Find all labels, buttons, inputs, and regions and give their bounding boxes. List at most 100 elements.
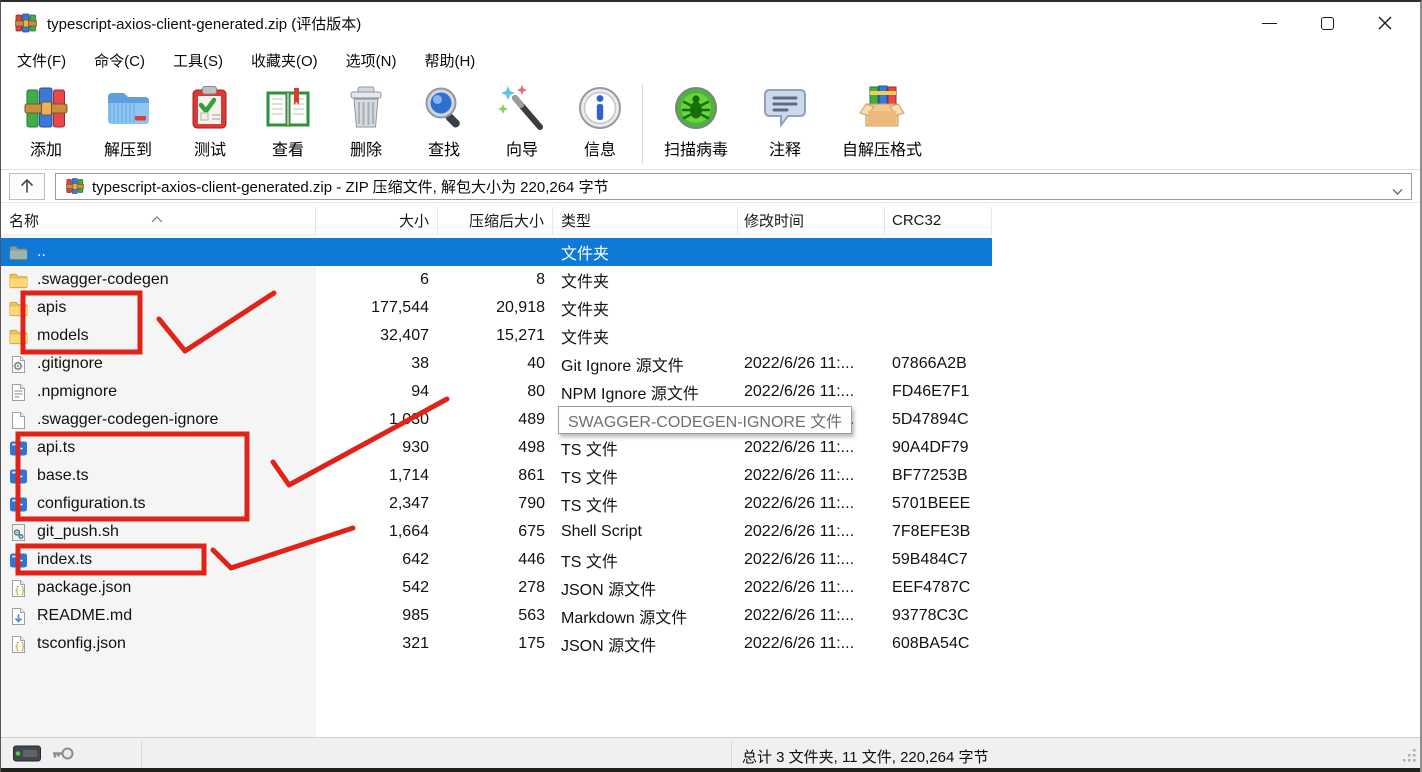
file-type-cell: 文件夹 xyxy=(553,324,738,348)
totals-text: 总计 3 文件夹, 11 文件, 220,264 字节 xyxy=(742,746,988,767)
column-header-type[interactable]: 类型 xyxy=(553,207,738,234)
file-name: package.json xyxy=(37,579,131,597)
menu-file[interactable]: 文件(F) xyxy=(3,45,80,76)
file-list-panel: 名称 大小 压缩后大小 类型 修改时间 CRC32 ..文件夹.swagger-… xyxy=(1,203,1420,737)
file-packed-size-cell: 563 xyxy=(438,607,553,625)
file-crc32-cell: 90A4DF79 xyxy=(885,439,992,457)
file-name-cell: base.ts xyxy=(1,467,316,486)
file-packed-size-cell: 8 xyxy=(438,271,553,289)
file-name-cell: configuration.ts xyxy=(1,495,316,514)
add-button[interactable]: 添加 xyxy=(7,84,85,160)
comment-button[interactable]: 注释 xyxy=(746,84,824,160)
file-type-cell: 文件夹 xyxy=(553,268,738,292)
file-name: apis xyxy=(37,299,66,317)
navigate-up-button[interactable] xyxy=(9,173,45,200)
file-type-cell: TS 文件 xyxy=(553,464,738,488)
file-type-cell: TS 文件 xyxy=(553,436,738,460)
file-row-apis[interactable]: apis177,54420,918文件夹 xyxy=(1,294,992,322)
file-row-index.ts[interactable]: index.ts642446TS 文件2022/6/26 11:...59B48… xyxy=(1,546,992,574)
file-modified-cell: 2022/6/26 11:... xyxy=(738,355,885,373)
test-icon xyxy=(186,84,234,132)
test-button[interactable]: 测试 xyxy=(171,84,249,160)
file-name: .npmignore xyxy=(37,383,117,401)
file-name: index.ts xyxy=(37,551,92,569)
drive-status-icon[interactable] xyxy=(13,745,41,762)
title-bar: typescript-axios-client-generated.zip (评… xyxy=(1,2,1420,44)
column-header-packed[interactable]: 压缩后大小 xyxy=(438,207,553,234)
file-row-configuration.ts[interactable]: configuration.ts2,347790TS 文件2022/6/26 1… xyxy=(1,490,992,518)
file-crc32-cell: EEF4787C xyxy=(885,579,992,597)
info-button[interactable]: 信息 xyxy=(561,84,639,160)
svg-text:{}: {} xyxy=(14,641,26,652)
up-arrow-icon xyxy=(20,178,34,194)
column-header-size[interactable]: 大小 xyxy=(316,207,438,234)
file-type-cell: TS 文件 xyxy=(553,548,738,572)
file-name-cell: .swagger-codegen-ignore xyxy=(1,411,316,430)
sfx-button[interactable]: 自解压格式 xyxy=(824,84,940,160)
menu-commands[interactable]: 命令(C) xyxy=(80,45,159,76)
column-header-row: 名称 大小 压缩后大小 类型 修改时间 CRC32 xyxy=(1,207,992,235)
file-name: README.md xyxy=(37,607,132,625)
file-packed-size-cell: 489 xyxy=(438,411,553,429)
close-button[interactable] xyxy=(1356,2,1414,44)
archive-path-dropdown[interactable]: typescript-axios-client-generated.zip - … xyxy=(55,173,1412,200)
file-row-.swagger-codegen[interactable]: .swagger-codegen68文件夹 xyxy=(1,266,992,294)
ts-file-icon xyxy=(9,439,28,458)
file-type-cell: NPM Ignore 源文件 xyxy=(553,380,738,404)
file-row-README.md[interactable]: README.md985563Markdown 源文件2022/6/26 11:… xyxy=(1,602,992,630)
archive-path-text: typescript-axios-client-generated.zip - … xyxy=(92,176,609,197)
file-row-parent[interactable]: ..文件夹 xyxy=(1,238,992,266)
toolbar-separator xyxy=(642,84,643,164)
file-size-cell: 321 xyxy=(316,635,438,653)
menu-favorites[interactable]: 收藏夹(O) xyxy=(237,45,332,76)
file-packed-size-cell: 446 xyxy=(438,551,553,569)
extract-to-button[interactable]: 解压到 xyxy=(85,84,171,160)
chevron-down-icon[interactable] xyxy=(1392,183,1403,200)
file-row-models[interactable]: models32,40715,271文件夹 xyxy=(1,322,992,350)
file-name: api.ts xyxy=(37,439,75,457)
file-name: .swagger-codegen-ignore xyxy=(37,411,218,429)
file-size-cell: 94 xyxy=(316,383,438,401)
virus-scan-button[interactable]: 扫描病毒 xyxy=(646,84,746,160)
menu-help[interactable]: 帮助(H) xyxy=(410,45,489,76)
virus-scan-button-label: 扫描病毒 xyxy=(664,136,728,160)
column-header-name[interactable]: 名称 xyxy=(1,207,316,234)
test-button-label: 测试 xyxy=(194,136,226,160)
file-type-cell: Git Ignore 源文件 xyxy=(553,352,738,376)
file-row-tsconfig.json[interactable]: {}tsconfig.json321175JSON 源文件2022/6/26 1… xyxy=(1,630,992,658)
file-crc32-cell: 608BA54C xyxy=(885,635,992,653)
file-modified-cell: 2022/6/26 11:... xyxy=(738,439,885,457)
file-size-cell: 177,544 xyxy=(316,299,438,317)
view-button[interactable]: 查看 xyxy=(249,84,327,160)
file-row-package.json[interactable]: {}package.json542278JSON 源文件2022/6/26 11… xyxy=(1,574,992,602)
file-row-base.ts[interactable]: base.ts1,714861TS 文件2022/6/26 11:...BF77… xyxy=(1,462,992,490)
file-row-git_push.sh[interactable]: git_push.sh1,664675Shell Script2022/6/26… xyxy=(1,518,992,546)
file-row-.npmignore[interactable]: .npmignore9480NPM Ignore 源文件2022/6/26 11… xyxy=(1,378,992,406)
sfx-button-label: 自解压格式 xyxy=(842,136,922,160)
wizard-button-label: 向导 xyxy=(506,136,538,160)
file-row-.gitignore[interactable]: .gitignore3840Git Ignore 源文件2022/6/26 11… xyxy=(1,350,992,378)
winrar-archive-icon xyxy=(66,177,84,195)
file-size-cell: 32,407 xyxy=(316,327,438,345)
wizard-button[interactable]: 向导 xyxy=(483,84,561,160)
menu-bar: 文件(F) 命令(C) 工具(S) 收藏夹(O) 选项(N) 帮助(H) xyxy=(1,44,1420,77)
resize-grip-icon[interactable] xyxy=(1403,749,1417,767)
winrar-app-icon xyxy=(15,12,37,34)
comment-icon xyxy=(761,84,809,132)
column-header-modified[interactable]: 修改时间 xyxy=(738,207,885,234)
file-packed-size-cell: 861 xyxy=(438,467,553,485)
file-name-cell: README.md xyxy=(1,607,316,626)
file-row-api.ts[interactable]: api.ts930498TS 文件2022/6/26 11:...90A4DF7… xyxy=(1,434,992,462)
find-button[interactable]: 查找 xyxy=(405,84,483,160)
file-name-cell: index.ts xyxy=(1,551,316,570)
menu-options[interactable]: 选项(N) xyxy=(332,45,411,76)
add-archive-icon xyxy=(22,84,70,132)
folder-icon xyxy=(9,271,28,290)
key-icon[interactable] xyxy=(51,745,75,762)
maximize-button[interactable] xyxy=(1298,2,1356,44)
column-header-crc32[interactable]: CRC32 xyxy=(885,207,992,234)
delete-button[interactable]: 删除 xyxy=(327,84,405,160)
minimize-button[interactable] xyxy=(1240,2,1298,44)
menu-tools[interactable]: 工具(S) xyxy=(159,45,237,76)
file-packed-size-cell: 15,271 xyxy=(438,327,553,345)
